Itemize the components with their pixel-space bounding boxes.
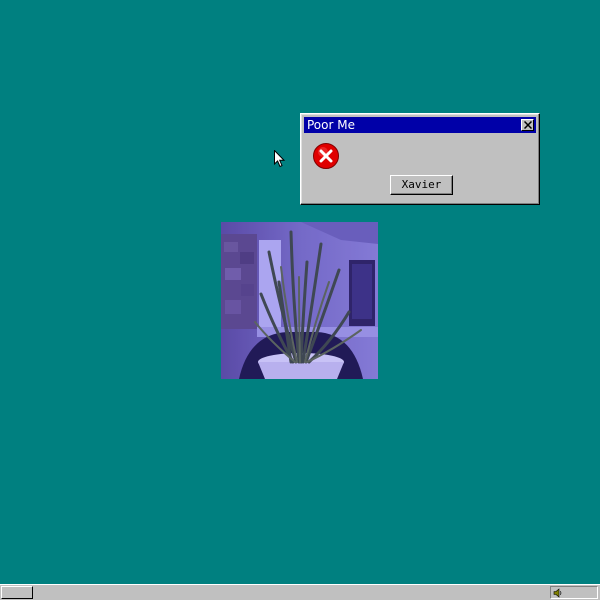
error-icon xyxy=(313,143,339,169)
close-button[interactable] xyxy=(521,119,534,131)
dialog-titlebar[interactable]: Poor Me xyxy=(304,117,536,133)
webcam-photo xyxy=(221,222,378,379)
mouse-cursor-icon xyxy=(274,150,286,168)
close-icon xyxy=(524,121,532,129)
desktop: Poor Me Xavier xyxy=(0,0,600,600)
dialog-title: Poor Me xyxy=(307,118,355,132)
system-tray xyxy=(550,586,598,599)
speaker-icon[interactable] xyxy=(553,588,563,598)
taskbar xyxy=(0,584,600,600)
start-button[interactable] xyxy=(1,586,33,599)
error-dialog: Poor Me Xavier xyxy=(300,113,540,205)
xavier-button[interactable]: Xavier xyxy=(390,175,453,195)
